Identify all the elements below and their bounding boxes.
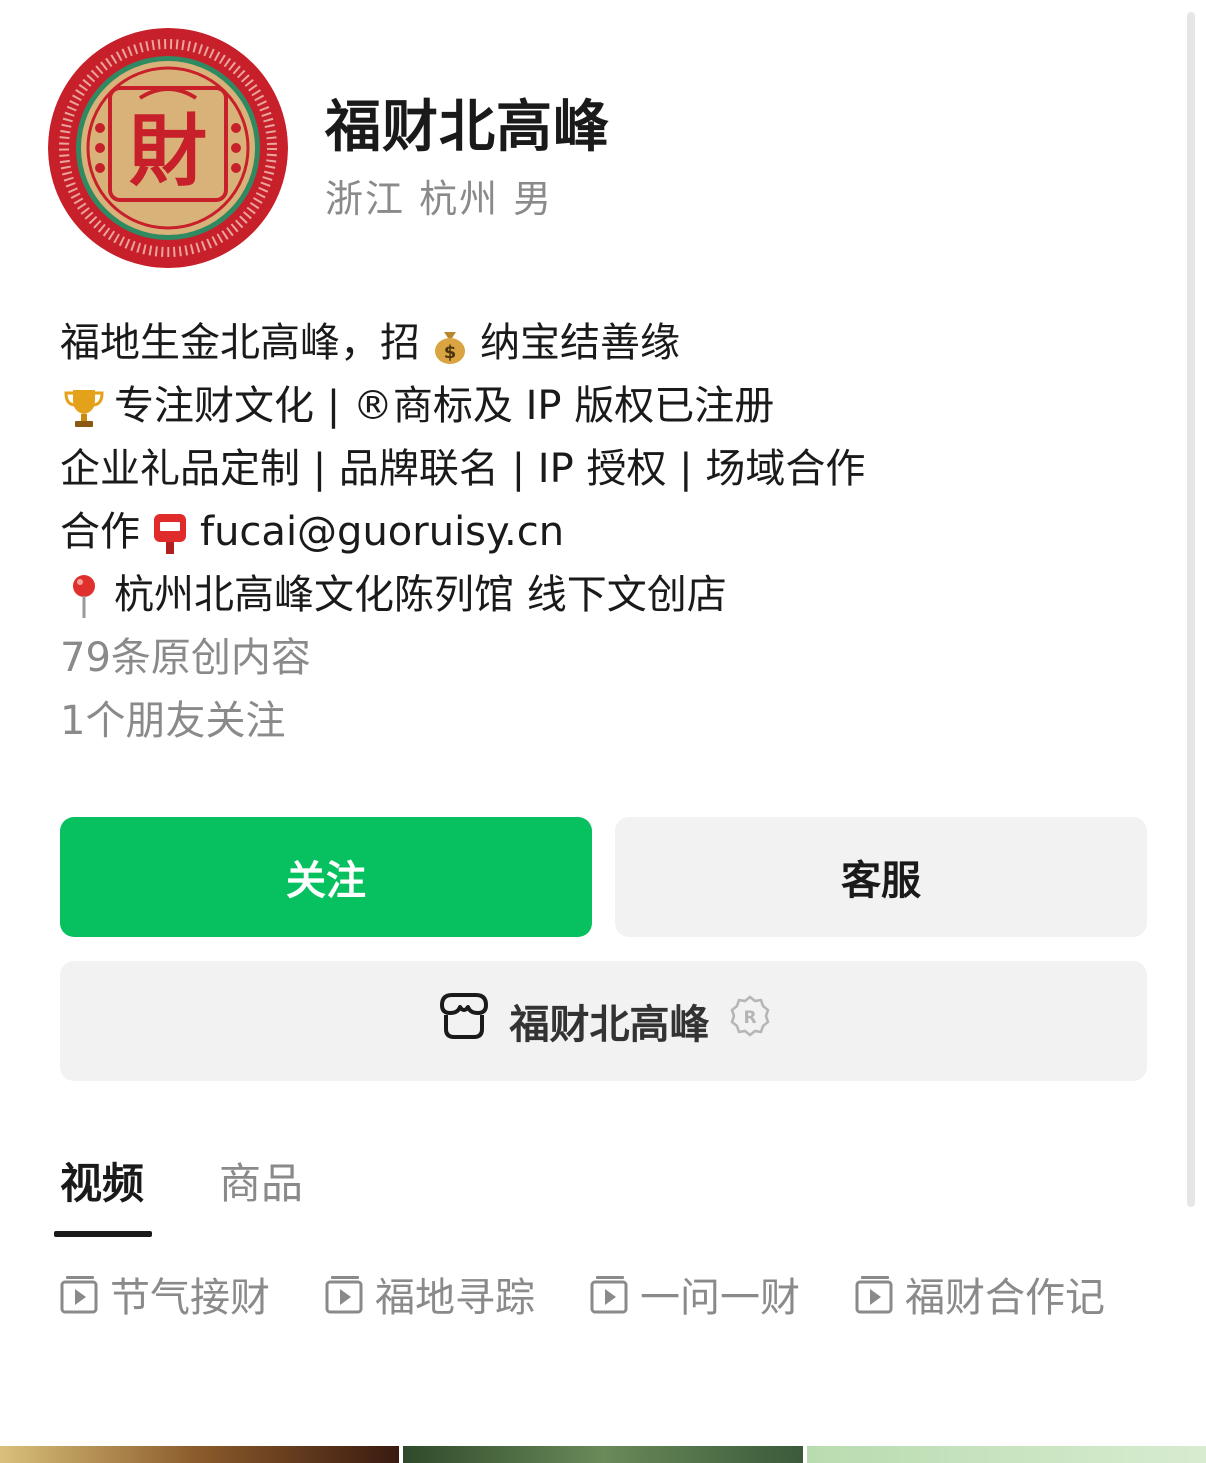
svg-text:R: R [743,1008,756,1028]
profile-meta: 浙江 杭州 男 [325,177,554,221]
collection-label: 福地寻踪 [375,1275,535,1321]
profile-name: 福财北高峰 [325,95,610,160]
svg-text:$: $ [444,342,457,363]
trophy-icon [60,383,108,431]
contact-email[interactable]: fucai@guoruisy.cn [200,501,564,564]
avatar-glyph: 財 [129,107,207,197]
collection-item[interactable]: 一问一财 [590,1270,800,1321]
bio-line-3: 企业礼品定制 | 品牌联名 | IP 授权 | 场域合作 [60,438,1170,501]
bio-line-5: 杭州北高峰文化陈列馆 线下文创店 [60,564,1170,627]
postbox-icon [146,509,194,557]
shop-icon [436,991,492,1051]
video-thumbnail[interactable] [0,1446,400,1463]
tab-videos[interactable]: 视频 [54,1150,153,1237]
tab-products-label: 商品 [219,1159,304,1208]
bio-line-3-text: 企业礼品定制 | 品牌联名 | IP 授权 | 场域合作 [60,446,866,492]
bio-line-2: 专注财文化 | ®商标及 IP 版权已注册 [60,375,1170,438]
bio-line-4-text-a: 合作 [60,509,140,555]
collection-label: 节气接财 [110,1275,270,1321]
bio-line-1-text-a: 福地生金北高峰，招 [60,320,420,366]
bio: 福地生金北高峰，招 $ 纳宝结善缘 专注财文化 | ®商标及 IP 版权已注册 … [60,312,1170,753]
friends-following[interactable]: 1个朋友关注 [60,690,1170,753]
playlist-icon [325,1276,363,1314]
shop-button[interactable]: 福财北高峰 R [60,961,1147,1081]
customer-service-button[interactable]: 客服 [615,817,1147,937]
video-thumbnail[interactable] [806,1446,1206,1463]
tab-products[interactable]: 商品 [219,1150,303,1233]
collection-item[interactable]: 福财合作记 [855,1270,1105,1321]
playlist-icon [60,1276,98,1314]
video-grid [0,1446,1206,1463]
playlist-icon [590,1276,628,1314]
collection-item[interactable]: 福地寻踪 [325,1270,535,1321]
tab-active-indicator [54,1231,153,1237]
shop-name: 福财北高峰 [509,1002,710,1048]
playlist-icon [855,1276,893,1314]
collection-item[interactable]: 节气接财 [60,1270,270,1321]
follow-button[interactable]: 关注 [60,817,592,937]
scrollbar[interactable] [1187,12,1195,1207]
location-pin-icon [60,572,108,620]
bio-line-4: 合作 fucai@guoruisy.cn [60,501,1170,564]
bio-line-5-text: 杭州北高峰文化陈列馆 线下文创店 [114,572,727,618]
bio-line-1: 福地生金北高峰，招 $ 纳宝结善缘 [60,312,1170,375]
profile-tabs: 视频 商品 [54,1150,303,1237]
collection-label: 福财合作记 [905,1275,1105,1321]
registered-badge-icon: R [728,994,772,1048]
video-collections: 节气接财 福地寻踪 一问一财 福财合作记 [60,1270,1160,1321]
money-bag-icon: $ [426,320,474,368]
avatar[interactable]: 財 [48,28,288,268]
video-thumbnail[interactable] [403,1446,803,1463]
collection-label: 一问一财 [640,1275,800,1321]
bio-line-2-text: 专注财文化 | ®商标及 IP 版权已注册 [114,383,775,429]
bio-line-1-text-b: 纳宝结善缘 [480,320,680,366]
original-count[interactable]: 79条原创内容 [60,627,1170,690]
tab-videos-label: 视频 [60,1159,145,1208]
